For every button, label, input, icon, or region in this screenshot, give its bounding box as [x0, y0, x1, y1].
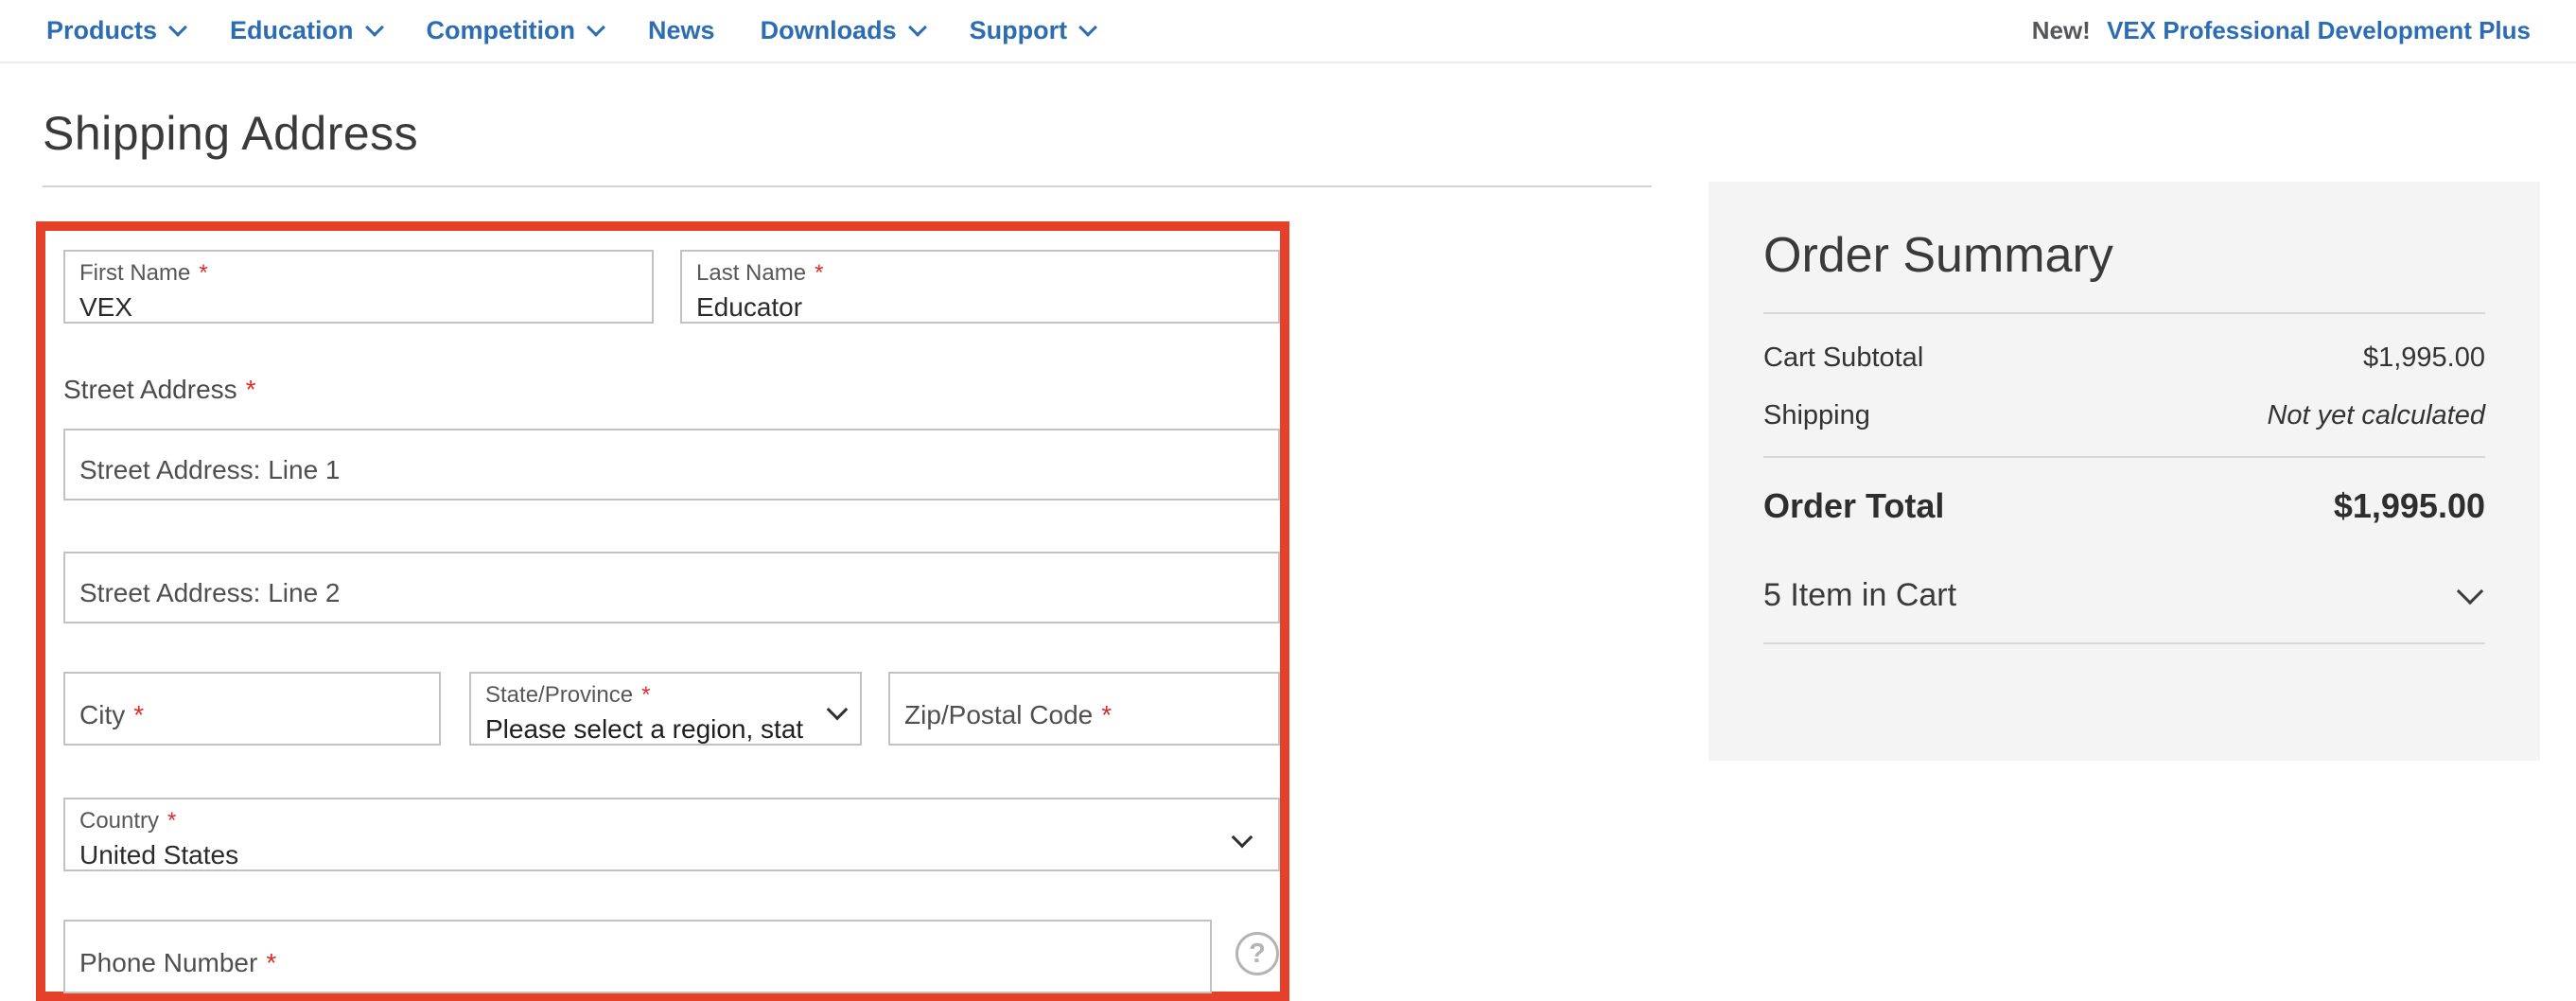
nav-item-label: Education: [230, 16, 354, 45]
items-in-cart-label: 5 Item in Cart: [1763, 577, 1956, 614]
shipping-value: Not yet calculated: [2267, 400, 2485, 431]
chevron-down-icon: [168, 18, 187, 37]
street-line2-placeholder: Street Address: Line 2: [79, 578, 341, 608]
required-asterisk: *: [641, 682, 650, 708]
last-name-value: Educator: [696, 292, 1264, 323]
cart-subtotal-label: Cart Subtotal: [1763, 342, 1923, 374]
shipping-address-form-highlight: First Name* VEX Last Name* Educator Stre…: [36, 221, 1289, 1001]
order-summary-panel: Order Summary Cart Subtotal $1,995.00 Sh…: [1709, 182, 2540, 761]
phone-number-label: Phone Number*: [79, 948, 276, 978]
shipping-label: Shipping: [1763, 400, 1870, 431]
promo-link[interactable]: VEX Professional Development Plus: [2107, 16, 2531, 44]
state-province-value: Please select a region, stat: [485, 714, 818, 745]
nav-item-label: Support: [970, 16, 1067, 45]
chevron-down-icon: [365, 18, 384, 37]
order-summary-title: Order Summary: [1763, 227, 2485, 284]
nav-item-education[interactable]: Education: [230, 16, 381, 45]
zip-postal-code-label: Zip/Postal Code*: [904, 700, 1112, 730]
nav-item-label: Downloads: [761, 16, 897, 45]
order-total-row: Order Total $1,995.00: [1763, 486, 2485, 526]
street-address-line1-input[interactable]: Street Address: Line 1: [63, 429, 1280, 500]
required-asterisk: *: [815, 260, 823, 286]
country-value: United States: [79, 840, 1264, 870]
order-total-value: $1,995.00: [2334, 486, 2485, 526]
help-icon[interactable]: ?: [1235, 932, 1279, 975]
city-label: City*: [79, 700, 144, 730]
order-total-label: Order Total: [1763, 486, 1944, 526]
first-name-label: First Name*: [79, 260, 638, 287]
question-mark-glyph: ?: [1249, 939, 1266, 970]
nav-item-label: News: [648, 16, 715, 45]
first-name-value: VEX: [79, 292, 638, 323]
required-asterisk: *: [266, 948, 276, 977]
nav-item-products[interactable]: Products: [46, 16, 184, 45]
street-address-label: Street Address*: [63, 375, 256, 405]
title-divider: [43, 185, 1652, 187]
country-label: Country*: [79, 808, 1264, 834]
required-asterisk: *: [199, 260, 207, 286]
nav-item-label: Products: [46, 16, 157, 45]
required-asterisk: *: [1101, 700, 1112, 729]
state-province-label: State/Province*: [485, 682, 846, 709]
chevron-down-icon: [587, 18, 605, 37]
cart-subtotal-value: $1,995.00: [2363, 342, 2485, 374]
nav-item-label: Competition: [427, 16, 575, 45]
required-asterisk: *: [246, 375, 256, 404]
phone-number-field[interactable]: Phone Number*: [63, 920, 1212, 993]
page-title: Shipping Address: [43, 106, 418, 161]
promo-banner: New! VEX Professional Development Plus: [2032, 16, 2531, 45]
items-in-cart-toggle[interactable]: 5 Item in Cart: [1763, 577, 2485, 614]
shipping-row: Shipping Not yet calculated: [1763, 400, 2485, 431]
nav-item-competition[interactable]: Competition: [427, 16, 603, 45]
nav-item-news[interactable]: News: [648, 16, 715, 45]
street-line1-placeholder: Street Address: Line 1: [79, 455, 341, 485]
last-name-field[interactable]: Last Name* Educator: [680, 250, 1280, 324]
chevron-down-icon: [2457, 578, 2483, 605]
top-nav-bar: Products Education Competition News Down…: [0, 0, 2576, 63]
first-name-field[interactable]: First Name* VEX: [63, 250, 654, 324]
chevron-down-icon: [1078, 18, 1097, 37]
required-asterisk: *: [167, 808, 176, 834]
chevron-down-icon: [908, 18, 927, 37]
nav-item-downloads[interactable]: Downloads: [761, 16, 924, 45]
promo-prefix: New!: [2032, 16, 2091, 44]
city-field[interactable]: City*: [63, 672, 441, 746]
country-select[interactable]: Country* United States: [63, 798, 1280, 871]
zip-postal-code-field[interactable]: Zip/Postal Code*: [888, 672, 1280, 746]
last-name-label: Last Name*: [696, 260, 1264, 287]
street-address-line2-input[interactable]: Street Address: Line 2: [63, 552, 1280, 623]
state-province-select[interactable]: State/Province* Please select a region, …: [469, 672, 862, 746]
summary-divider: [1763, 456, 2485, 458]
required-asterisk: *: [133, 700, 144, 729]
summary-divider: [1763, 642, 2485, 644]
nav-item-support[interactable]: Support: [970, 16, 1095, 45]
cart-subtotal-row: Cart Subtotal $1,995.00: [1763, 342, 2485, 374]
summary-divider: [1763, 312, 2485, 314]
main-nav: Products Education Competition News Down…: [46, 16, 1095, 45]
